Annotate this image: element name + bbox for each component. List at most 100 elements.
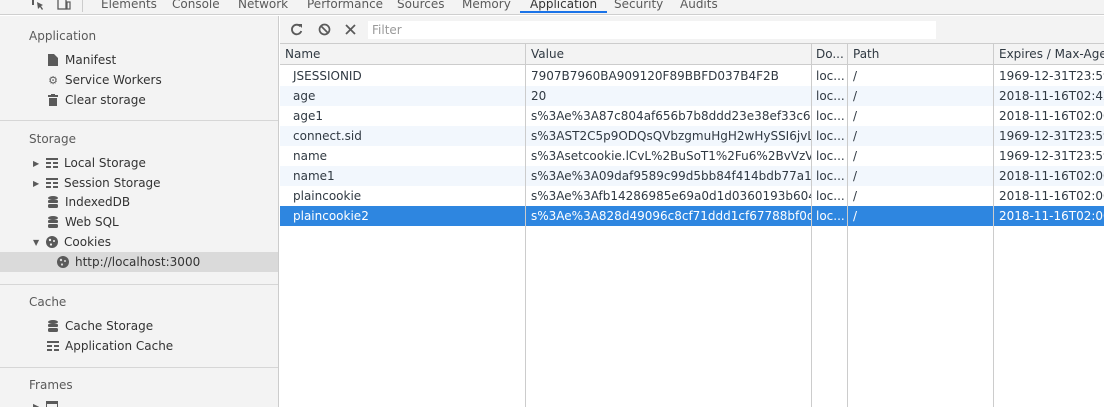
cell-expires: 2018-11-16T02:42:0 xyxy=(999,89,1104,103)
toolbar-separator xyxy=(82,0,83,12)
sidebar-item-label: Local Storage xyxy=(64,156,146,170)
cell-domain: loc... xyxy=(816,149,845,163)
column-header-path[interactable]: Path xyxy=(848,44,994,65)
sidebar-item-label: Session Storage xyxy=(64,176,161,190)
table-icon xyxy=(45,176,59,190)
cell-expires: 1969-12-31T23:59:5 xyxy=(999,69,1104,83)
cell-expires: 2018-11-16T02:00:3 xyxy=(999,189,1104,203)
table-icon xyxy=(46,339,60,353)
sidebar-item-cookies[interactable]: ▼ Cookies xyxy=(33,232,111,252)
column-header-domain[interactable]: Do... xyxy=(811,44,848,65)
sidebar-item-cache-storage[interactable]: Cache Storage xyxy=(46,316,153,336)
tab-memory[interactable]: Memory xyxy=(462,0,511,13)
cell-name: age1 xyxy=(293,109,323,123)
cell-expires: 2018-11-16T02:00:3 xyxy=(999,109,1104,123)
sidebar-item-label: Web SQL xyxy=(65,215,119,229)
tab-elements[interactable]: Elements xyxy=(101,0,157,13)
table-row[interactable]: plaincookie2 s%3Ae%3A828d49096c8cf71ddd1c… xyxy=(280,206,1104,226)
cell-path: / xyxy=(853,129,858,143)
table-row[interactable]: connect.sid s%3AST2C5p9ODQsQVbzgmuHgH2wHy… xyxy=(280,126,1104,146)
cookies-panel: Name Value Do... Path Expires / Max-Age … xyxy=(280,16,1104,407)
tab-console[interactable]: Console xyxy=(172,0,220,13)
cell-path: / xyxy=(853,89,858,103)
inspect-element-icon[interactable] xyxy=(31,0,45,11)
gear-icon: ⚙ xyxy=(48,73,58,87)
cell-name: JSESSIONID xyxy=(293,69,362,83)
cell-path: / xyxy=(853,169,858,183)
device-toolbar-icon[interactable] xyxy=(57,0,71,11)
cell-domain: loc... xyxy=(816,169,845,183)
cell-value: s%3AST2C5p9ODQsQVbzgmuHgH2wHySSI6jvL.%..… xyxy=(531,129,811,143)
expand-triangle-icon[interactable]: ▶ xyxy=(33,179,43,188)
collapse-triangle-icon[interactable]: ▼ xyxy=(33,238,43,247)
column-divider[interactable] xyxy=(811,44,812,407)
tab-application[interactable]: Application xyxy=(520,0,608,13)
cell-domain: loc... xyxy=(816,209,845,223)
cell-expires: 2018-11-16T02:00:3 xyxy=(999,209,1104,223)
database-icon xyxy=(46,319,60,333)
sidebar-item-label: IndexedDB xyxy=(65,195,131,209)
table-row[interactable]: plaincookie s%3Ae%3Afb14286985e69a0d1d036… xyxy=(280,186,1104,206)
sidebar-item-label: Service Workers xyxy=(65,73,162,87)
cell-path: / xyxy=(853,69,858,83)
table-row[interactable]: name1 s%3Ae%3A09daf9589c99d5bb84f414bdb77… xyxy=(280,166,1104,186)
table-row[interactable]: name s%3Asetcookie.lCvL%2BuSoT1%2Fu6%2BvV… xyxy=(280,146,1104,166)
cell-name: plaincookie xyxy=(293,189,362,203)
cell-domain: loc... xyxy=(816,69,845,83)
section-divider xyxy=(0,120,278,121)
cell-name: age xyxy=(293,89,316,103)
sidebar-item-localhost-cookies[interactable]: http://localhost:3000 xyxy=(0,252,278,272)
tab-audits[interactable]: Audits xyxy=(680,0,718,13)
database-icon xyxy=(46,195,60,209)
table-row[interactable]: JSESSIONID 7907B7960BA909120F89BBFD037B4F… xyxy=(280,66,1104,86)
column-divider[interactable] xyxy=(847,44,848,407)
delete-selected-icon[interactable] xyxy=(342,21,358,37)
tab-sources[interactable]: Sources xyxy=(397,0,444,13)
column-header-expires[interactable]: Expires / Max-Age xyxy=(994,44,1104,65)
cell-path: / xyxy=(853,189,858,203)
sidebar-item-local-storage[interactable]: ▶ Local Storage xyxy=(33,153,146,173)
cell-name: connect.sid xyxy=(293,129,362,143)
expand-triangle-icon[interactable]: ▶ xyxy=(33,159,43,168)
cell-domain: loc... xyxy=(816,129,845,143)
cell-path: / xyxy=(853,209,858,223)
clear-all-icon[interactable] xyxy=(316,21,332,37)
cell-value: s%3Ae%3A87c804af656b7b8ddd23e38ef33c68ca… xyxy=(531,109,811,123)
devtools-tab-bar: Elements Console Network Performance Sou… xyxy=(0,0,1104,15)
refresh-icon[interactable] xyxy=(288,21,304,37)
tab-security[interactable]: Security xyxy=(614,0,663,13)
cookie-icon xyxy=(56,255,70,269)
expand-triangle-icon[interactable]: ▶ xyxy=(33,402,43,407)
trash-icon xyxy=(46,93,60,107)
table-row[interactable]: age1 s%3Ae%3A87c804af656b7b8ddd23e38ef33c… xyxy=(280,106,1104,126)
sidebar-item-label: Application Cache xyxy=(65,339,174,353)
column-header-name[interactable]: Name xyxy=(280,44,526,65)
sidebar-item-service-workers[interactable]: ⚙ Service Workers xyxy=(46,70,162,90)
column-divider[interactable] xyxy=(525,44,526,407)
sidebar-item-session-storage[interactable]: ▶ Session Storage xyxy=(33,173,161,193)
table-row[interactable]: age 20 loc... / 2018-11-16T02:42:0 xyxy=(280,86,1104,106)
frame-icon xyxy=(45,399,59,407)
table-icon xyxy=(45,156,59,170)
sidebar-item-indexeddb[interactable]: IndexedDB xyxy=(46,192,130,212)
cell-value: s%3Ae%3A828d49096c8cf71ddd1cf67788bf0ded… xyxy=(531,209,811,223)
sidebar-item-clear-storage[interactable]: Clear storage xyxy=(46,90,146,110)
cell-expires: 1969-12-31T23:59:5 xyxy=(999,129,1104,143)
sidebar-item-label: http://localhost:3000 xyxy=(75,255,201,269)
cell-path: / xyxy=(853,149,858,163)
cell-expires: 2018-11-16T02:00:3 xyxy=(999,169,1104,183)
cell-domain: loc... xyxy=(816,109,845,123)
sidebar-item-web-sql[interactable]: Web SQL xyxy=(46,212,119,232)
sidebar-item-application-cache[interactable]: Application Cache xyxy=(46,336,173,356)
cell-domain: loc... xyxy=(816,89,845,103)
sidebar-item-top-frame[interactable]: ▶ xyxy=(33,396,64,407)
database-icon xyxy=(46,215,60,229)
column-header-value[interactable]: Value xyxy=(526,44,811,65)
cell-name: name1 xyxy=(293,169,335,183)
filter-input[interactable] xyxy=(368,21,936,39)
application-sidebar: Application Manifest ⚙ Service Workers C… xyxy=(0,16,279,407)
column-divider[interactable] xyxy=(993,44,994,407)
tab-network[interactable]: Network xyxy=(238,0,288,13)
sidebar-item-manifest[interactable]: Manifest xyxy=(46,50,116,70)
tab-performance[interactable]: Performance xyxy=(307,0,383,13)
